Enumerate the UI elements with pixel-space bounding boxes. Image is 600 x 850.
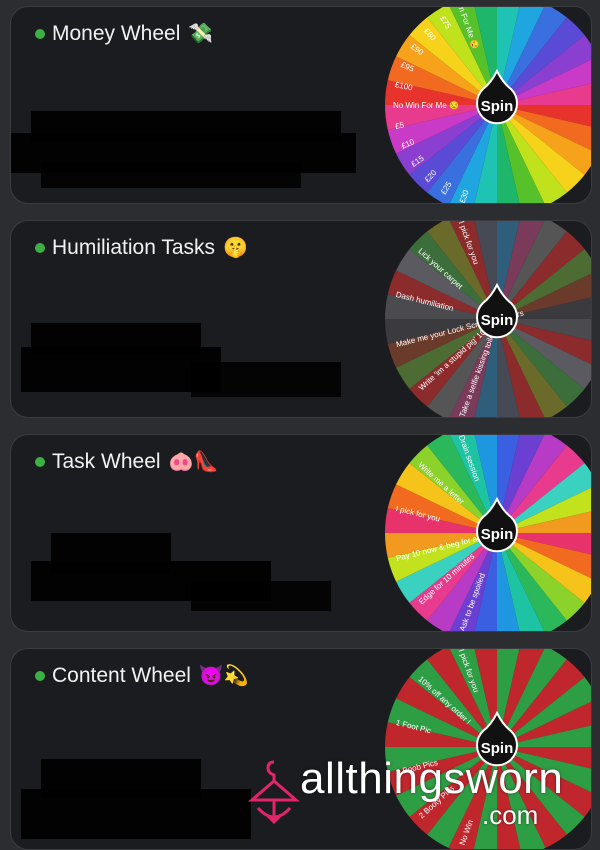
humiliation-wheel[interactable]: Take a selfie kissing toilet Write 'im a … [377, 221, 591, 417]
watermark: allthingsworn .com [246, 752, 596, 832]
card-humiliation-tasks[interactable]: Humiliation Tasks 🤫 Take a selfie kissin… [10, 220, 592, 418]
redacted-area [31, 533, 331, 611]
redacted-area [11, 111, 356, 188]
online-status-dot [35, 28, 45, 39]
money-wheel[interactable]: £30 £25 £20 £15 £10 £5 No Win For Me 😒 £100 £95 £… [377, 7, 591, 203]
card-title-text: Task Wheel [52, 449, 161, 473]
pig-heel-emoji-icon: 🐽👠 [168, 451, 219, 473]
shush-emoji-icon: 🤫 [223, 237, 248, 259]
watermark-text: allthingsworn [300, 754, 564, 803]
redacted-area [21, 323, 341, 397]
spin-button-label[interactable]: Spin [481, 98, 514, 115]
online-status-dot [35, 456, 45, 467]
card-task-wheel[interactable]: Task Wheel 🐽👠 Ask to be spoiled Edge for … [10, 434, 592, 632]
card-title: Money Wheel 💸 [35, 21, 213, 46]
task-wheel[interactable]: Ask to be spoiled Edge for 10 minutes Pay … [377, 435, 591, 631]
card-title: Humiliation Tasks 🤫 [35, 235, 248, 260]
devil-dizzy-emoji-icon: 😈💫 [198, 665, 249, 687]
card-title-text: Content Wheel [52, 663, 191, 687]
card-title-text: Humiliation Tasks [52, 235, 216, 259]
card-title: Content Wheel 😈💫 [35, 663, 249, 688]
online-status-dot [35, 242, 45, 253]
spin-button-label[interactable]: Spin [481, 526, 514, 543]
card-title: Task Wheel 🐽👠 [35, 449, 218, 474]
online-status-dot [35, 670, 45, 681]
card-title-text: Money Wheel [52, 21, 181, 45]
hanger-bow-logo [247, 760, 301, 825]
spin-button-label[interactable]: Spin [481, 312, 514, 329]
money-emoji-icon: 💸 [188, 23, 214, 45]
card-money-wheel[interactable]: Money Wheel 💸 £30 £25 £20 £15 £10 £5 No Win Fo… [10, 6, 592, 204]
watermark-suffix: .com [482, 800, 539, 830]
wheel-label: No Win For Me 😒 [393, 101, 459, 110]
